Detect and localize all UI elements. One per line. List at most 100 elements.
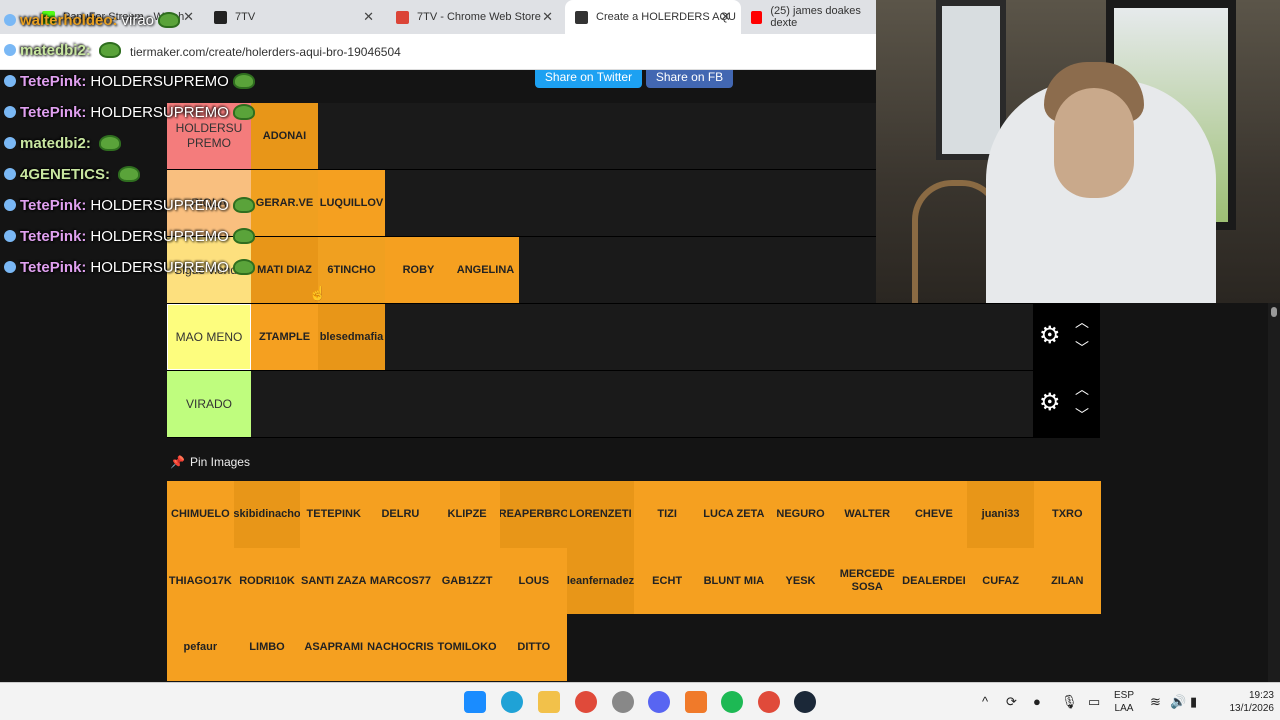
scroll-thumb[interactable] <box>1271 307 1277 317</box>
chevron-up-icon[interactable]: ^ <box>982 694 988 709</box>
pool-card[interactable]: TOMILOKO <box>433 614 501 682</box>
tab-label: (25) james doakes dexte <box>770 5 861 29</box>
app-icon[interactable] <box>612 691 634 713</box>
sync-icon[interactable]: ⟳ <box>1006 694 1017 710</box>
chat-username[interactable]: TetePink: <box>20 197 86 214</box>
battery-icon[interactable]: ▮ <box>1190 694 1197 710</box>
pool-card[interactable]: KLIPZE <box>433 481 501 548</box>
microphone-icon[interactable]: 🎙 <box>1061 694 1078 710</box>
pool-card[interactable]: RODRI10K <box>233 547 301 615</box>
tab-label: Create a HOLERDERS AQU <box>596 11 736 23</box>
chat-username[interactable]: TetePink: <box>20 228 86 245</box>
language-indicator[interactable]: ESP LAA <box>1114 689 1134 715</box>
pool-card[interactable]: LOUS <box>500 547 568 615</box>
chat-message: matedbi2: <box>4 135 121 152</box>
gear-icon[interactable]: ⚙ <box>1039 324 1063 348</box>
pool-card[interactable]: NEGURO <box>767 481 834 548</box>
tier-card[interactable]: 6TINCHO <box>318 237 385 303</box>
tier-card[interactable]: LUQUILLOV <box>318 170 385 236</box>
pool-card[interactable]: CUFAZ <box>967 547 1034 615</box>
pool-card[interactable]: DITTO <box>500 614 568 682</box>
pool-card[interactable]: TXRO <box>1033 481 1101 548</box>
pool-card[interactable]: LIMBO <box>233 614 301 682</box>
chevron-down-icon[interactable]: ﹀ <box>1073 341 1091 355</box>
share-facebook-button[interactable]: Share on FB <box>646 70 733 88</box>
pool-card[interactable]: TIZI <box>633 481 701 548</box>
tier-items: ZTAMPLE blesedmafia <box>251 304 385 370</box>
pool-card[interactable]: GAB1ZZT <box>433 547 501 615</box>
volume-icon[interactable]: 🔊 <box>1170 694 1186 710</box>
tab-tiermaker[interactable]: Create a HOLERDERS AQU ✕ <box>565 0 741 34</box>
pool-card[interactable]: NACHOCRIS <box>367 614 434 682</box>
tab-youtube[interactable]: (25) james doakes dexte <box>741 0 876 34</box>
chat-username[interactable]: matedbi2: <box>20 42 91 59</box>
pool-card[interactable]: THIAGO17K <box>167 547 234 615</box>
pool-card[interactable]: BLUNT MIA <box>700 547 768 615</box>
app-tray-icon[interactable]: ● <box>1033 694 1041 709</box>
pool-card[interactable]: TETEPINK <box>300 481 368 548</box>
close-icon[interactable]: ✕ <box>363 9 374 25</box>
chat-username[interactable]: TetePink: <box>20 104 86 121</box>
pool-card[interactable]: CHIMUELO <box>167 481 234 548</box>
chat-username[interactable]: 4GENETICS: <box>20 166 110 183</box>
pin-images-header[interactable]: 📌 Pin Images <box>170 455 250 469</box>
tier-card[interactable]: ZTAMPLE <box>251 304 318 370</box>
pool-card[interactable]: DEALERDEI <box>900 547 968 615</box>
pool-card[interactable]: ASAPRAMI <box>300 614 368 682</box>
close-icon[interactable]: ✕ <box>542 9 553 25</box>
chrome-icon[interactable] <box>758 691 780 713</box>
tier-label[interactable]: VIRADO <box>167 371 251 437</box>
discord-icon[interactable] <box>648 691 670 713</box>
chat-username[interactable]: TetePink: <box>20 73 86 90</box>
fl-studio-icon[interactable] <box>685 691 707 713</box>
chat-message: TetePink: HOLDERSUPREMO <box>4 197 255 214</box>
chat-username[interactable]: TetePink: <box>20 259 86 276</box>
pool-card[interactable]: pefaur <box>167 614 234 682</box>
folder-icon[interactable] <box>538 691 560 713</box>
pepe-emote-icon <box>232 197 255 213</box>
steam-icon[interactable] <box>794 691 816 713</box>
share-twitter-button[interactable]: Share on Twitter <box>535 70 642 88</box>
pool-card[interactable]: DELRU <box>367 481 434 548</box>
chrome-icon[interactable] <box>575 691 597 713</box>
tier-card[interactable]: ROBY <box>385 237 452 303</box>
pool-card[interactable]: WALTER <box>833 481 901 548</box>
pool-card[interactable]: ECHT <box>633 547 701 615</box>
pool-card[interactable]: leanfernadez <box>567 547 634 615</box>
pool-card[interactable]: LORENZETI <box>567 481 634 548</box>
pool-card[interactable]: juani33 <box>967 481 1034 548</box>
wifi-icon[interactable]: ≋ <box>1150 694 1161 710</box>
chat-username[interactable]: walterholdeo: <box>20 12 118 29</box>
chevron-down-icon[interactable]: ﹀ <box>1073 408 1091 422</box>
tier-label[interactable]: MAO MENO <box>167 304 251 370</box>
clock[interactable]: 19:23 13/1/2026 <box>1222 689 1275 715</box>
pepe-emote-icon <box>232 259 255 275</box>
close-icon[interactable]: ✕ <box>720 9 731 25</box>
tab-chrome-store[interactable]: 7TV - Chrome Web Store ✕ <box>386 0 563 34</box>
badge-icon <box>4 168 16 180</box>
pool-card[interactable]: ZILAN <box>1033 547 1101 615</box>
monitor-icon[interactable]: ▭ <box>1088 694 1100 710</box>
pool-card[interactable]: MERCEDE SOSA <box>833 547 901 615</box>
chevron-up-icon[interactable]: ︿ <box>1073 382 1091 396</box>
tier-card[interactable]: ANGELINA <box>452 237 519 303</box>
windows-start-icon[interactable] <box>464 691 486 713</box>
scrollbar[interactable] <box>1268 303 1280 682</box>
chat-username[interactable]: matedbi2: <box>20 135 91 152</box>
pool-card[interactable]: LUCA ZETA <box>700 481 768 548</box>
pool-card[interactable]: CHEVE <box>900 481 968 548</box>
pool-card[interactable]: REAPERBRO <box>500 481 568 548</box>
pool-card[interactable]: YESK <box>767 547 834 615</box>
pool-card[interactable]: MARCOS77 <box>367 547 434 615</box>
chat-message: TetePink: HOLDERSUPREMO <box>4 104 255 121</box>
pool-card[interactable]: skibidinacho <box>233 481 301 548</box>
gear-icon[interactable]: ⚙ <box>1039 391 1063 415</box>
chat-text: HOLDERSUPREMO <box>90 73 229 90</box>
edge-icon[interactable] <box>501 691 523 713</box>
tier-card[interactable]: blesedmafia <box>318 304 385 370</box>
tab-label: 7TV - Chrome Web Store <box>417 11 541 23</box>
chevron-up-icon[interactable]: ︿ <box>1073 315 1091 329</box>
clock-date: 13/1/2026 <box>1229 703 1275 714</box>
spotify-icon[interactable] <box>721 691 743 713</box>
pool-card[interactable]: SANTI ZAZA <box>300 547 368 615</box>
